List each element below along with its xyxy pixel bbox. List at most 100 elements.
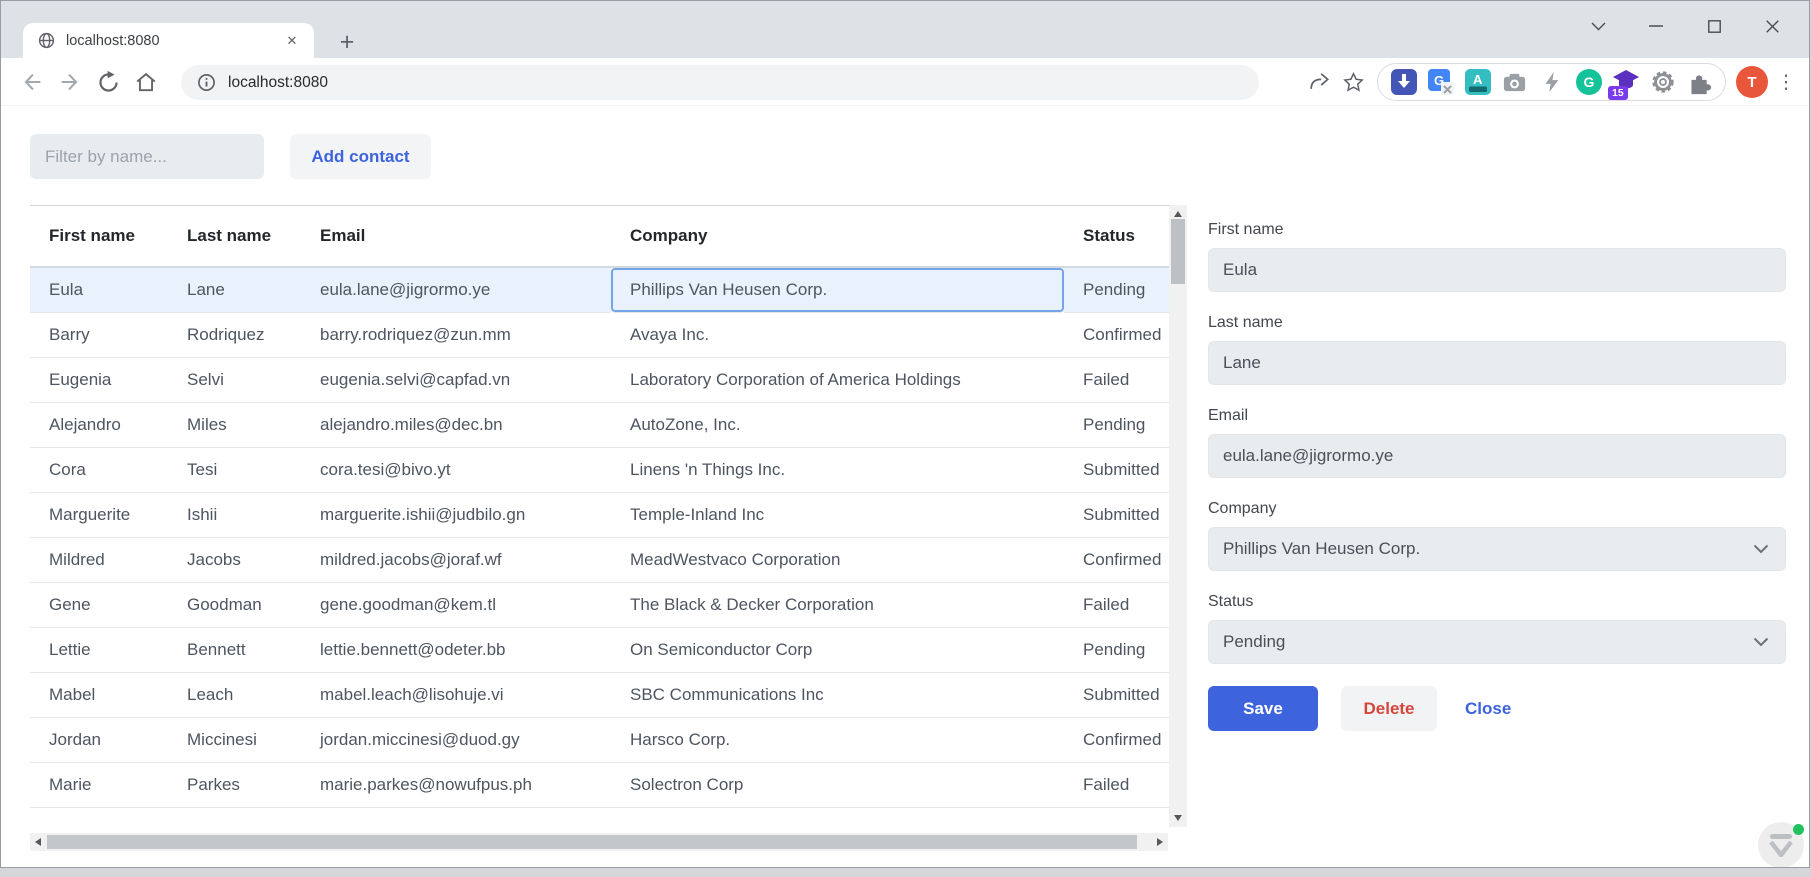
cell-first-name[interactable]: Mildred — [30, 538, 168, 583]
column-header-company[interactable]: Company — [611, 205, 1064, 268]
filter-input[interactable] — [30, 134, 264, 179]
forward-button[interactable] — [51, 63, 89, 101]
cell-company[interactable]: Solectron Corp — [611, 763, 1064, 808]
cell-last-name[interactable]: Miles — [168, 403, 301, 448]
status-select[interactable]: Pending — [1208, 620, 1786, 664]
profile-avatar[interactable]: T — [1736, 66, 1768, 98]
scroll-down-arrow-icon[interactable] — [1174, 815, 1182, 821]
cell-company[interactable]: Avaya Inc. — [611, 313, 1064, 358]
first-name-field[interactable] — [1208, 248, 1786, 292]
cell-email[interactable]: mabel.leach@lisohuje.vi — [301, 673, 611, 718]
cell-last-name[interactable]: Leach — [168, 673, 301, 718]
cell-email[interactable]: gene.goodman@kem.tl — [301, 583, 611, 628]
cell-email[interactable]: alejandro.miles@dec.bn — [301, 403, 611, 448]
table-row[interactable]: Marguerite Ishii marguerite.ishii@judbil… — [30, 493, 1169, 538]
column-header-email[interactable]: Email — [301, 205, 611, 268]
cell-first-name[interactable]: Cora — [30, 448, 168, 493]
close-button[interactable]: Close — [1465, 686, 1511, 731]
new-tab-button[interactable]: + — [332, 27, 362, 57]
camera-extension-icon[interactable] — [1496, 66, 1533, 98]
cell-first-name[interactable]: Mabel — [30, 673, 168, 718]
horizontal-scroll-thumb[interactable] — [47, 835, 1137, 849]
browser-tab[interactable]: localhost:8080 ✕ — [23, 23, 314, 58]
keyboard-a-extension-icon[interactable]: A — [1459, 66, 1496, 98]
cell-email[interactable]: marguerite.ishii@judbilo.gn — [301, 493, 611, 538]
column-header-first-name[interactable]: First name — [30, 205, 168, 268]
share-icon[interactable] — [1302, 65, 1336, 99]
cell-company[interactable]: Phillips Van Heusen Corp. — [611, 268, 1064, 313]
cell-company[interactable]: Temple-Inland Inc — [611, 493, 1064, 538]
table-row[interactable]: Eula Lane eula.lane@jigrormo.ye Phillips… — [30, 268, 1169, 313]
address-bar[interactable]: localhost:8080 — [181, 65, 1259, 100]
cell-last-name[interactable]: Bennett — [168, 628, 301, 673]
cell-last-name[interactable]: Miccinesi — [168, 718, 301, 763]
cell-first-name[interactable]: Marguerite — [30, 493, 168, 538]
window-chevron-down-icon[interactable] — [1569, 3, 1627, 49]
cell-email[interactable]: jordan.miccinesi@duod.gy — [301, 718, 611, 763]
column-header-last-name[interactable]: Last name — [168, 205, 301, 268]
grammarly-extension-icon[interactable]: G — [1570, 66, 1607, 98]
cell-first-name[interactable]: Jordan — [30, 718, 168, 763]
page-info-icon[interactable] — [197, 73, 216, 92]
cell-status[interactable]: Confirmed — [1064, 313, 1169, 358]
window-close-icon[interactable] — [1743, 3, 1801, 49]
table-row[interactable]: Cora Tesi cora.tesi@bivo.yt Linens 'n Th… — [30, 448, 1169, 493]
last-name-field[interactable] — [1208, 341, 1786, 385]
cell-company[interactable]: On Semiconductor Corp — [611, 628, 1064, 673]
cell-status[interactable]: Failed — [1064, 583, 1169, 628]
vertical-scroll-thumb[interactable] — [1171, 219, 1185, 284]
cell-last-name[interactable]: Jacobs — [168, 538, 301, 583]
cell-last-name[interactable]: Goodman — [168, 583, 301, 628]
cell-last-name[interactable]: Ishii — [168, 493, 301, 538]
table-row[interactable]: Mildred Jacobs mildred.jacobs@joraf.wf M… — [30, 538, 1169, 583]
cell-status[interactable]: Failed — [1064, 358, 1169, 403]
window-maximize-icon[interactable] — [1685, 3, 1743, 49]
lightning-extension-icon[interactable] — [1533, 66, 1570, 98]
cell-status[interactable]: Failed — [1064, 763, 1169, 808]
column-header-status[interactable]: Status — [1064, 205, 1169, 268]
graduation-cap-extension-icon[interactable]: 15 — [1607, 66, 1644, 100]
translate-extension-icon[interactable]: G — [1422, 66, 1459, 98]
cell-status[interactable]: Pending — [1064, 403, 1169, 448]
window-minimize-icon[interactable] — [1627, 3, 1685, 49]
cell-email[interactable]: barry.rodriquez@zun.mm — [301, 313, 611, 358]
vertical-scrollbar[interactable] — [1169, 205, 1187, 827]
cell-first-name[interactable]: Eula — [30, 268, 168, 313]
cell-status[interactable]: Confirmed — [1064, 538, 1169, 583]
cell-company[interactable]: The Black & Decker Corporation — [611, 583, 1064, 628]
bookmark-star-icon[interactable] — [1336, 65, 1370, 99]
cell-first-name[interactable]: Gene — [30, 583, 168, 628]
cell-first-name[interactable]: Marie — [30, 763, 168, 808]
scroll-right-arrow-icon[interactable] — [1157, 838, 1163, 846]
reload-button[interactable] — [89, 63, 127, 101]
cell-status[interactable]: Pending — [1064, 628, 1169, 673]
table-row[interactable]: Eugenia Selvi eugenia.selvi@capfad.vn La… — [30, 358, 1169, 403]
cell-status[interactable]: Submitted — [1064, 493, 1169, 538]
back-button[interactable] — [13, 63, 51, 101]
cell-email[interactable]: mildred.jacobs@joraf.wf — [301, 538, 611, 583]
cell-last-name[interactable]: Rodriquez — [168, 313, 301, 358]
cell-company[interactable]: Laboratory Corporation of America Holdin… — [611, 358, 1064, 403]
cell-company[interactable]: MeadWestvaco Corporation — [611, 538, 1064, 583]
email-field[interactable] — [1208, 434, 1786, 478]
cell-first-name[interactable]: Barry — [30, 313, 168, 358]
table-row[interactable]: Marie Parkes marie.parkes@nowufpus.ph So… — [30, 763, 1169, 808]
table-row[interactable]: Barry Rodriquez barry.rodriquez@zun.mm A… — [30, 313, 1169, 358]
scroll-up-arrow-icon[interactable] — [1174, 211, 1182, 217]
cell-email[interactable]: eugenia.selvi@capfad.vn — [301, 358, 611, 403]
delete-button[interactable]: Delete — [1341, 686, 1437, 731]
table-row[interactable]: Lettie Bennett lettie.bennett@odeter.bb … — [30, 628, 1169, 673]
cell-email[interactable]: cora.tesi@bivo.yt — [301, 448, 611, 493]
gear-icon[interactable] — [1644, 66, 1681, 98]
table-row[interactable]: Alejandro Miles alejandro.miles@dec.bn A… — [30, 403, 1169, 448]
cell-last-name[interactable]: Lane — [168, 268, 301, 313]
cell-company[interactable]: Linens 'n Things Inc. — [611, 448, 1064, 493]
cell-status[interactable]: Submitted — [1064, 448, 1169, 493]
table-row[interactable]: Gene Goodman gene.goodman@kem.tl The Bla… — [30, 583, 1169, 628]
cell-status[interactable]: Confirmed — [1064, 718, 1169, 763]
cell-company[interactable]: SBC Communications Inc — [611, 673, 1064, 718]
add-contact-button[interactable]: Add contact — [290, 134, 431, 179]
url-text[interactable]: localhost:8080 — [228, 74, 328, 92]
cell-company[interactable]: AutoZone, Inc. — [611, 403, 1064, 448]
cell-email[interactable]: marie.parkes@nowufpus.ph — [301, 763, 611, 808]
